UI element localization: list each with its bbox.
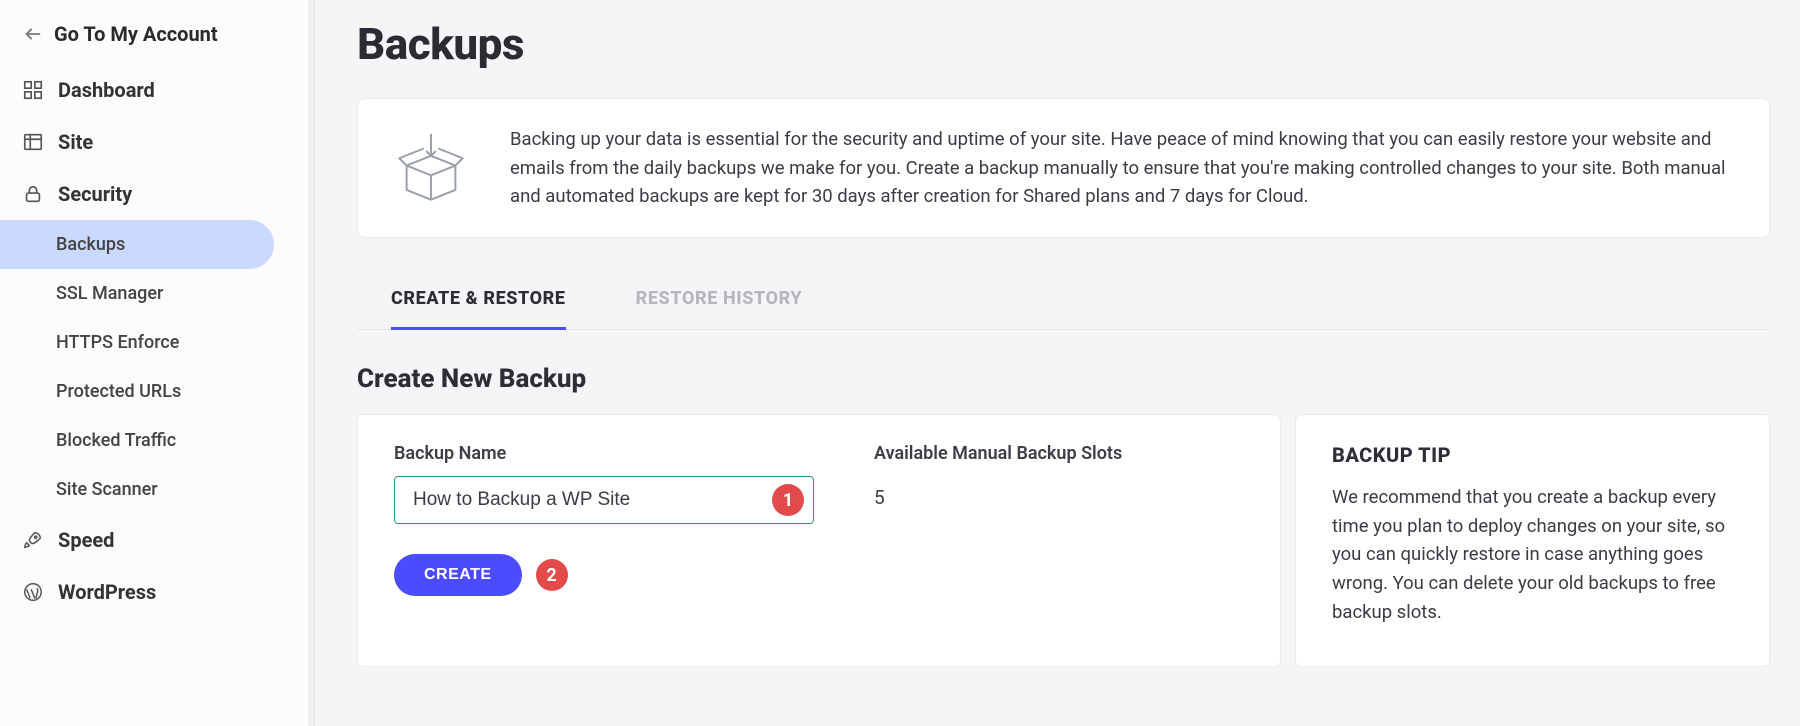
site-icon [22, 131, 44, 153]
wordpress-icon [22, 581, 44, 603]
box-icon [392, 129, 470, 207]
nav-site[interactable]: Site [0, 116, 314, 168]
nav-speed[interactable]: Speed [0, 514, 314, 566]
main-content: Backups Backing up your data is essentia… [315, 0, 1800, 726]
nav-security-scanner-label: Site Scanner [56, 479, 158, 500]
nav-wordpress[interactable]: WordPress [0, 566, 314, 618]
backup-name-field-group: Backup Name 1 [394, 443, 814, 524]
dashboard-icon [22, 79, 44, 101]
available-slots-group: Available Manual Backup Slots 5 [874, 443, 1122, 524]
nav-dashboard[interactable]: Dashboard [0, 64, 314, 116]
create-button-label: CREATE [424, 566, 492, 583]
tab-restore-history[interactable]: RESTORE HISTORY [636, 272, 803, 329]
nav-speed-label: Speed [58, 528, 114, 552]
nav-security-backups[interactable]: Backups [0, 220, 274, 269]
nav-security-ssl-label: SSL Manager [56, 283, 163, 304]
available-slots-label: Available Manual Backup Slots [874, 443, 1122, 464]
tab-create-restore[interactable]: CREATE & RESTORE [391, 272, 566, 330]
nav-security-blocked-label: Blocked Traffic [56, 430, 176, 451]
create-backup-panel: Backup Name 1 Available Manual Backup Sl… [357, 414, 1281, 667]
annotation-step-1: 1 [772, 484, 804, 516]
info-text: Backing up your data is essential for th… [510, 125, 1735, 211]
backup-tip-panel: BACKUP TIP We recommend that you create … [1295, 414, 1770, 667]
nav-security-protected[interactable]: Protected URLs [0, 367, 314, 416]
backup-name-input[interactable] [394, 476, 814, 524]
nav-security-backups-label: Backups [56, 234, 125, 255]
backup-tip-text: We recommend that you create a backup ev… [1332, 483, 1733, 626]
tab-create-restore-label: CREATE & RESTORE [391, 288, 566, 309]
annotation-step-2: 2 [536, 559, 568, 591]
lock-icon [22, 183, 44, 205]
nav-security-https-label: HTTPS Enforce [56, 332, 179, 353]
nav-security-ssl[interactable]: SSL Manager [0, 269, 314, 318]
create-row: Backup Name 1 Available Manual Backup Sl… [357, 414, 1770, 667]
backup-name-label: Backup Name [394, 443, 814, 464]
nav-security-label: Security [58, 182, 132, 206]
create-button[interactable]: CREATE [394, 554, 522, 596]
nav-security-protected-label: Protected URLs [56, 381, 181, 402]
page-title: Backups [357, 18, 1770, 70]
nav-security-blocked[interactable]: Blocked Traffic [0, 416, 314, 465]
rocket-icon [22, 529, 44, 551]
info-card: Backing up your data is essential for th… [357, 98, 1770, 238]
available-slots-value: 5 [874, 476, 1122, 509]
nav-security-https[interactable]: HTTPS Enforce [0, 318, 314, 367]
go-to-my-account-label: Go To My Account [54, 22, 218, 46]
sidebar: Go To My Account Dashboard Site Security… [0, 0, 315, 726]
nav-security[interactable]: Security [0, 168, 314, 220]
tabs: CREATE & RESTORE RESTORE HISTORY [357, 272, 1770, 330]
section-title: Create New Backup [357, 364, 1770, 394]
nav-dashboard-label: Dashboard [58, 78, 155, 102]
backup-tip-title: BACKUP TIP [1332, 443, 1733, 467]
nav-site-label: Site [58, 130, 93, 154]
arrow-left-icon [22, 23, 44, 45]
nav-security-scanner[interactable]: Site Scanner [0, 465, 314, 514]
tab-restore-history-label: RESTORE HISTORY [636, 288, 803, 309]
nav-wordpress-label: WordPress [58, 580, 156, 604]
go-to-my-account-link[interactable]: Go To My Account [0, 10, 314, 64]
